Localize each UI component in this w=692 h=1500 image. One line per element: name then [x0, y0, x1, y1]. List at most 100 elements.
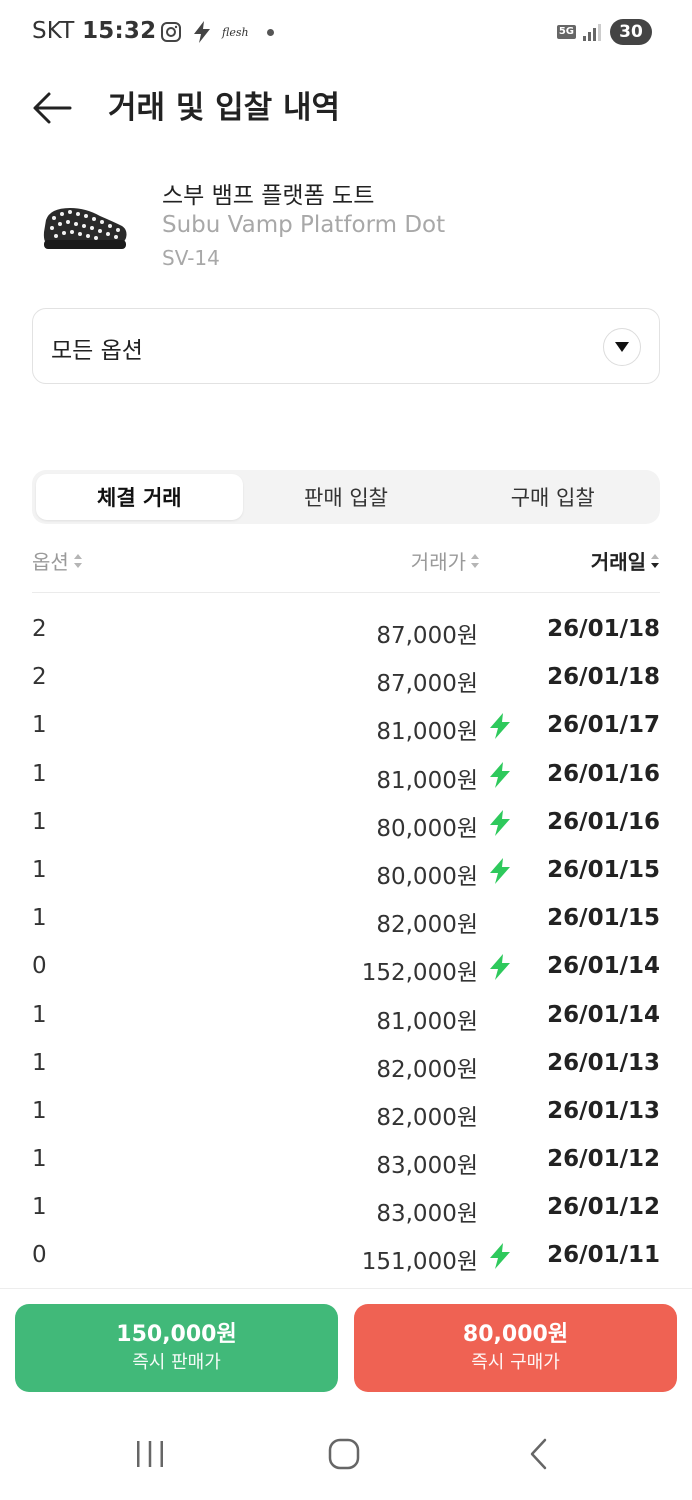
trade-option: 1 [32, 808, 47, 835]
trade-price: 151,000원 [361, 1249, 478, 1276]
header-label-price: 거래가 [410, 550, 466, 574]
instant-sell-button[interactable]: 150,000원 즉시 판매가 [15, 1304, 338, 1392]
sort-option-header[interactable]: 옵션 [32, 546, 83, 575]
trade-date: 26/01/13 [547, 1097, 660, 1124]
trade-price: 81,000원 [376, 719, 478, 746]
chevron-down-icon [615, 342, 629, 352]
trade-date: 26/01/15 [547, 905, 660, 932]
sort-icon [471, 553, 479, 568]
sort-icon [73, 553, 82, 568]
signal-icon [583, 24, 601, 41]
recent-apps-icon [137, 1441, 163, 1467]
trade-price: 80,000원 [376, 815, 478, 842]
trade-date: 26/01/14 [547, 953, 660, 980]
instant-buy-label: 즉시 구매가 [471, 1352, 560, 1373]
carrier: SKT [32, 18, 75, 44]
product-name-english: Subu Vamp Platform Dot [162, 212, 446, 238]
trade-option: 1 [32, 905, 47, 932]
back-button[interactable] [28, 88, 76, 128]
trade-price: 83,000원 [376, 1153, 478, 1180]
trade-price: 87,000원 [376, 671, 478, 698]
trade-option: 1 [32, 760, 47, 787]
tab-completed-trades[interactable]: 체결 거래 [36, 474, 243, 520]
dot-icon [266, 28, 274, 36]
table-row: 1 82,000원 26/01/13 [32, 1088, 660, 1136]
sort-date-header[interactable]: 거래일 [591, 546, 660, 575]
page-title: 거래 및 입찰 내역 [108, 90, 341, 126]
trade-option: 1 [32, 712, 47, 739]
trade-date: 26/01/15 [547, 856, 660, 883]
bottom-divider [0, 1288, 692, 1289]
trade-option: 1 [32, 1097, 47, 1124]
app-notification-icon: flesh [222, 25, 249, 39]
table-row: 0 151,000원 26/01/11 [32, 1232, 660, 1280]
trade-option: 1 [32, 1049, 47, 1076]
trade-date: 26/01/18 [547, 616, 660, 642]
recent-apps-button[interactable] [120, 1434, 180, 1474]
trade-price: 81,000원 [376, 767, 478, 794]
trade-date: 26/01/17 [547, 712, 660, 739]
trade-date: 26/01/14 [547, 1001, 660, 1028]
trade-price: 152,000원 [361, 960, 478, 987]
product-summary: 스부 뱀프 플랫폼 도트 Subu Vamp Platform Dot SV-1… [0, 168, 692, 278]
table-row: 1 83,000원 26/01/12 [32, 1184, 660, 1232]
fast-delivery-bolt-icon [490, 857, 510, 884]
notification-icons: flesh [160, 18, 274, 46]
trade-date: 26/01/12 [547, 1146, 660, 1173]
fast-delivery-bolt-icon [490, 761, 510, 788]
trade-option: 0 [32, 953, 47, 980]
sort-price-header[interactable]: 거래가 [411, 546, 480, 575]
tab-sell-bids[interactable]: 판매 입찰 [243, 474, 450, 520]
option-select[interactable]: 모든 옵션 [32, 308, 660, 384]
bolt-icon [194, 21, 210, 43]
table-row: 1 80,000원 26/01/15 [32, 847, 660, 895]
instant-buy-price: 80,000원 [462, 1322, 569, 1347]
trade-price: 82,000원 [376, 1056, 478, 1083]
trade-price: 83,000원 [376, 1201, 478, 1228]
table-divider [32, 592, 660, 593]
screen: SKT 15:32 flesh 5G 30 거래 및 입찰 내역 스부 뱀프 플… [0, 0, 692, 1500]
fast-delivery-bolt-icon [490, 954, 510, 981]
clock: 15:32 [82, 18, 157, 44]
home-button[interactable] [314, 1434, 374, 1474]
table-row: 2 87,000원 26/01/18 [32, 654, 660, 702]
trade-list: 2 87,000원 26/01/18 2 87,000원 26/01/18 1 81,000원… [32, 606, 660, 1281]
table-row: 1 81,000원 26/01/16 [32, 751, 660, 799]
status-bar: SKT 15:32 flesh 5G 30 [0, 0, 692, 64]
header-label-option: 옵션 [32, 550, 69, 574]
tab-buy-bids[interactable]: 구매 입찰 [449, 474, 656, 520]
home-icon [328, 1438, 360, 1470]
fast-delivery-bolt-icon [490, 809, 510, 836]
system-back-button[interactable] [508, 1434, 568, 1474]
table-row: 1 83,000원 26/01/12 [32, 1136, 660, 1184]
trade-price: 82,000원 [376, 912, 478, 939]
option-dropdown-button[interactable] [603, 328, 641, 366]
trade-option: 0 [32, 1242, 47, 1269]
status-carrier-time: SKT 15:32 [32, 18, 156, 44]
trade-option: 2 [32, 664, 47, 691]
trade-option: 1 [32, 856, 47, 883]
trade-option: 1 [32, 1146, 47, 1173]
instant-sell-price: 150,000원 [116, 1322, 237, 1347]
trade-price: 82,000원 [376, 1104, 478, 1131]
header-label-date: 거래일 [590, 550, 646, 574]
system-indicators: 5G 30 [556, 18, 652, 46]
table-row: 1 82,000원 26/01/13 [32, 1040, 660, 1088]
option-select-value: 모든 옵션 [51, 338, 143, 364]
trade-option: 2 [32, 616, 47, 642]
trade-date: 26/01/16 [547, 760, 660, 787]
trade-price: 87,000원 [376, 623, 478, 649]
instant-sell-label: 즉시 판매가 [132, 1352, 221, 1373]
table-header: 옵션 거래가 거래일 [32, 540, 660, 580]
instant-buy-button[interactable]: 80,000원 즉시 구매가 [354, 1304, 677, 1392]
trade-date: 26/01/18 [547, 664, 660, 691]
product-image [43, 208, 127, 249]
table-row: 1 82,000원 26/01/15 [32, 895, 660, 943]
trade-option: 1 [32, 1194, 47, 1221]
app-header: 거래 및 입찰 내역 [0, 72, 692, 144]
system-navigation-bar [0, 1408, 692, 1500]
history-tabs: 체결 거래 판매 입찰 구매 입찰 [32, 470, 660, 524]
fast-delivery-bolt-icon [490, 713, 510, 740]
fast-delivery-bolt-icon [490, 1243, 510, 1270]
network-type: 5G [556, 25, 576, 39]
